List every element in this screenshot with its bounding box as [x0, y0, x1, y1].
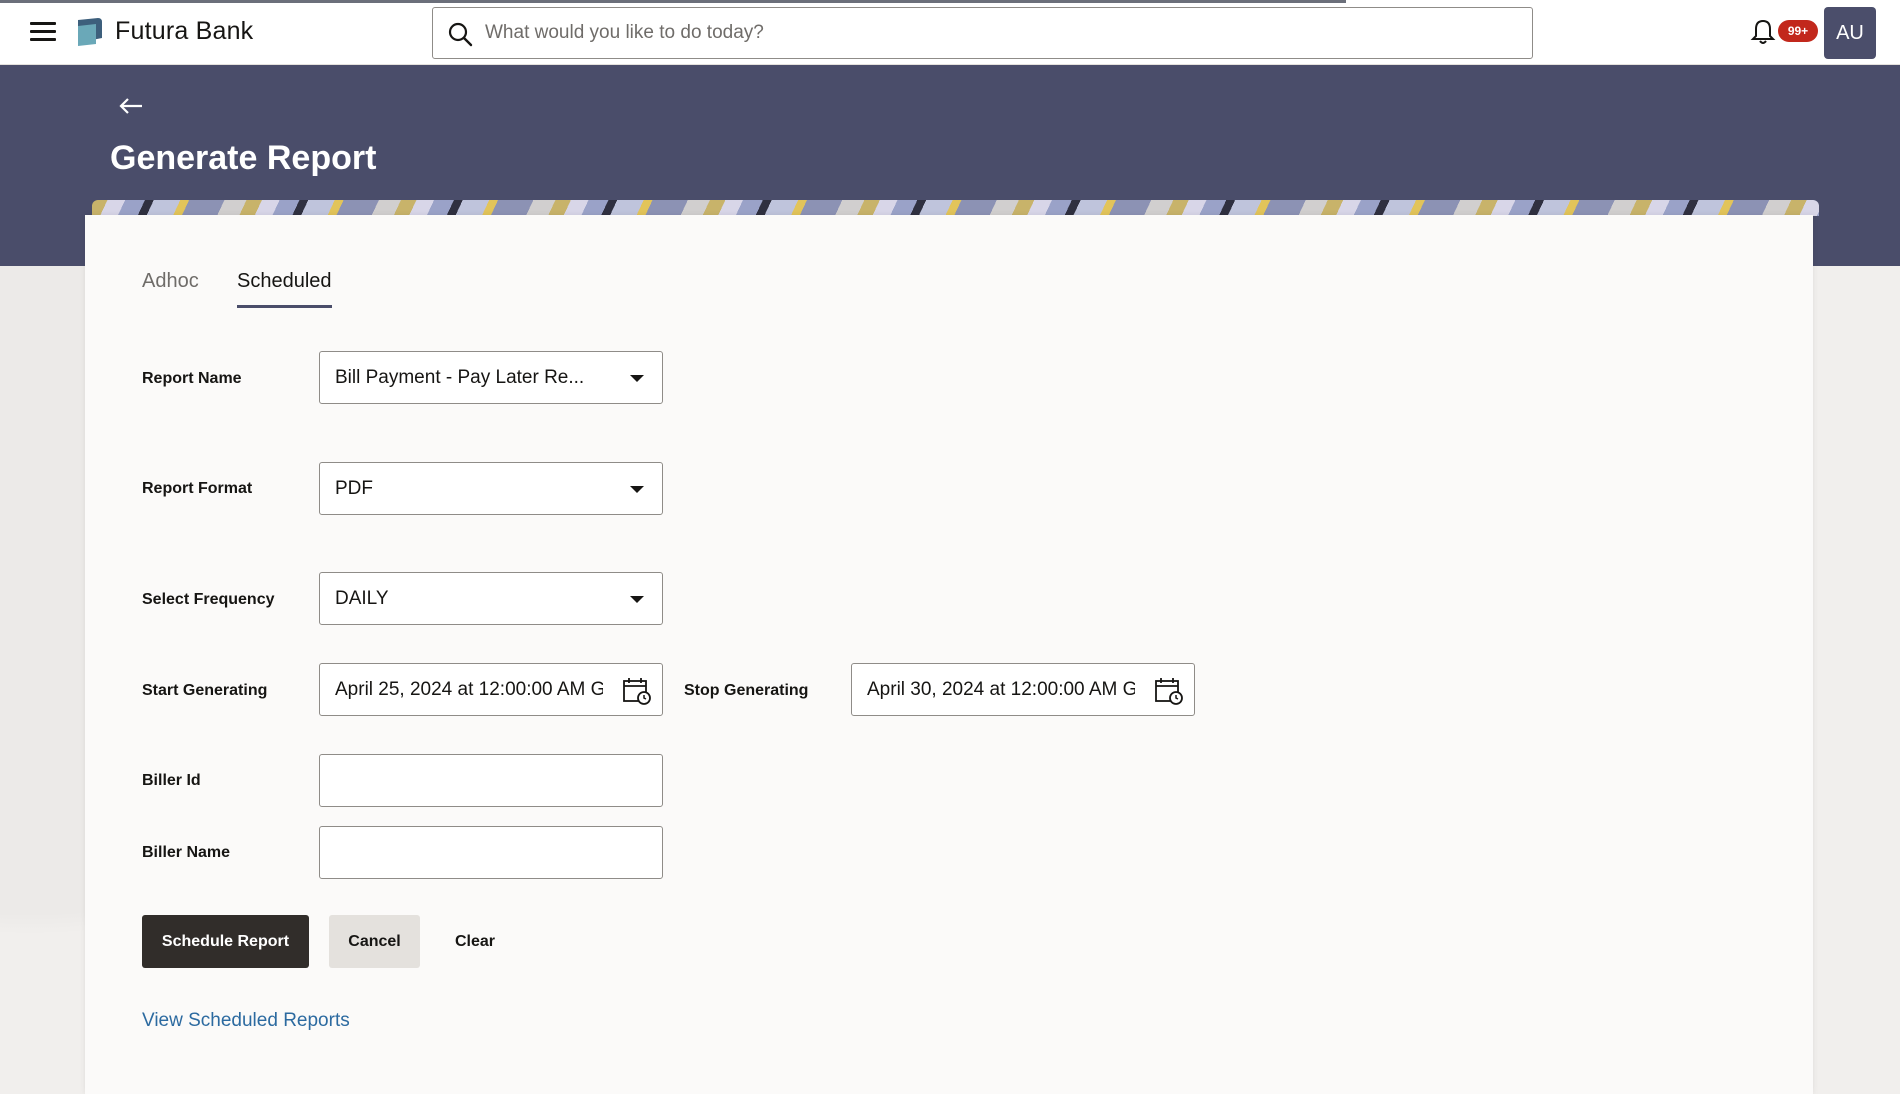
clear-button[interactable]: Clear: [435, 915, 515, 968]
bank-logo-icon: [78, 18, 102, 46]
search-icon: [448, 22, 473, 47]
chevron-down-icon: [630, 596, 644, 603]
search-bar[interactable]: [432, 7, 1533, 59]
tab-adhoc[interactable]: Adhoc: [142, 270, 199, 305]
top-bar: Futura Bank 99+ AU: [0, 0, 1900, 65]
stop-date-value: April 30, 2024 at 12:00:00 AM GMT: [867, 679, 1135, 700]
start-date-value: April 25, 2024 at 12:00:00 AM GMT: [335, 679, 603, 700]
back-arrow-icon[interactable]: [118, 96, 144, 116]
calendar-icon[interactable]: [622, 676, 652, 706]
avatar[interactable]: AU: [1824, 7, 1876, 59]
report-name-select[interactable]: Bill Payment - Pay Later Re...: [319, 351, 663, 404]
frequency-select[interactable]: DAILY: [319, 572, 663, 625]
search-input[interactable]: [485, 16, 1515, 50]
chevron-down-icon: [630, 375, 644, 382]
frequency-value: DAILY: [335, 588, 389, 609]
view-scheduled-reports-link[interactable]: View Scheduled Reports: [142, 1010, 350, 1032]
report-name-label: Report Name: [142, 370, 242, 387]
stop-generating-label: Stop Generating: [684, 682, 809, 699]
biller-name-input[interactable]: [319, 826, 663, 879]
report-name-value: Bill Payment - Pay Later Re...: [335, 367, 585, 388]
chevron-down-icon: [630, 486, 644, 493]
start-generating-label: Start Generating: [142, 682, 268, 699]
tab-scheduled[interactable]: Scheduled: [237, 270, 332, 308]
biller-id-input[interactable]: [319, 754, 663, 807]
decorative-banner-strip: [92, 200, 1819, 216]
report-format-select[interactable]: PDF: [319, 462, 663, 515]
brand-name[interactable]: Futura Bank: [115, 17, 253, 46]
page-title: Generate Report: [110, 139, 377, 177]
report-format-label: Report Format: [142, 480, 253, 497]
schedule-report-button[interactable]: Schedule Report: [142, 915, 309, 968]
start-date-field[interactable]: April 25, 2024 at 12:00:00 AM GMT: [319, 663, 663, 716]
cancel-button[interactable]: Cancel: [329, 915, 420, 968]
bell-icon[interactable]: [1750, 18, 1776, 46]
biller-name-label: Biller Name: [142, 844, 231, 861]
stop-date-field[interactable]: April 30, 2024 at 12:00:00 AM GMT: [851, 663, 1195, 716]
notification-badge: 99+: [1778, 20, 1818, 42]
hamburger-menu-icon[interactable]: [30, 22, 56, 42]
biller-id-label: Biller Id: [142, 772, 201, 789]
frequency-label: Select Frequency: [142, 591, 275, 608]
loading-bar: [0, 0, 1346, 3]
calendar-icon[interactable]: [1154, 676, 1184, 706]
report-format-value: PDF: [335, 478, 373, 499]
report-card: Adhoc Scheduled Report Name Bill Payment…: [85, 215, 1813, 1094]
